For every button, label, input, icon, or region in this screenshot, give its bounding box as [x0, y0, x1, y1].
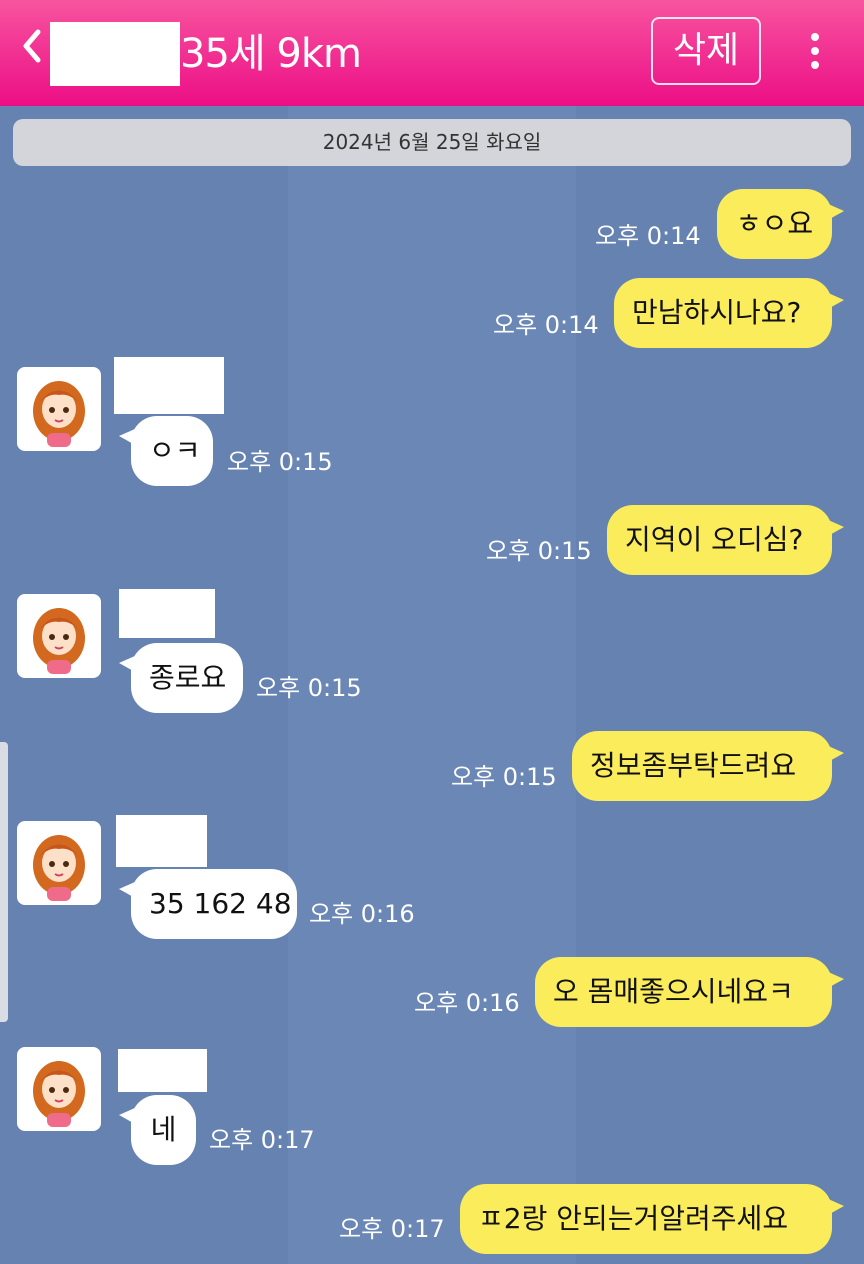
back-chevron-icon[interactable]: [20, 26, 44, 78]
message-time: 오후 0:15: [486, 537, 592, 565]
avatar[interactable]: [17, 367, 101, 451]
more-menu-icon[interactable]: [803, 33, 827, 73]
message-time: 오후 0:15: [451, 763, 557, 791]
message-time: 오후 0:14: [595, 222, 701, 250]
message-time: 오후 0:15: [256, 674, 362, 702]
message-time: 오후 0:17: [209, 1126, 315, 1154]
avatar[interactable]: [17, 821, 101, 905]
message-time: 오후 0:16: [414, 989, 520, 1017]
avatar[interactable]: [17, 1047, 101, 1131]
redacted-nickname: [114, 357, 224, 414]
redacted-username: [50, 22, 180, 86]
message-bubble-received[interactable]: 35 162 48: [119, 869, 297, 939]
message-time: 오후 0:17: [339, 1215, 445, 1243]
message-time: 오후 0:15: [227, 448, 333, 476]
message-bubble-sent[interactable]: 만남하시나요?: [614, 278, 844, 348]
redacted-nickname: [116, 815, 207, 867]
girl-avatar-icon: [33, 381, 85, 447]
message-bubble-sent[interactable]: 지역이 오디심?: [607, 505, 844, 575]
chat-title: 35세 9km: [180, 31, 362, 77]
chat-header: 35세 9km 삭제: [0, 0, 864, 106]
message-bubble-sent[interactable]: ㅎㅇ요: [717, 189, 844, 259]
message-time: 오후 0:14: [493, 311, 599, 339]
message-bubble-received[interactable]: 네: [119, 1095, 196, 1165]
message-time: 오후 0:16: [309, 900, 415, 928]
delete-button[interactable]: 삭제: [651, 17, 761, 85]
avatar[interactable]: [17, 594, 101, 678]
date-divider: 2024년 6월 25일 화요일: [13, 119, 851, 166]
scrollbar-handle[interactable]: [0, 742, 8, 1022]
girl-avatar-icon: [33, 835, 85, 901]
message-bubble-sent[interactable]: ㅍ2랑 안되는거알려주세요: [460, 1184, 844, 1254]
girl-avatar-icon: [33, 1061, 85, 1127]
message-bubble-received[interactable]: 종로요: [119, 643, 243, 713]
girl-avatar-icon: [33, 608, 85, 674]
message-bubble-received[interactable]: ㅇㅋ: [119, 416, 213, 486]
message-bubble-sent[interactable]: 오 몸매좋으시네요ㅋ: [535, 957, 844, 1027]
redacted-nickname: [118, 1049, 207, 1092]
redacted-nickname: [119, 589, 215, 638]
message-bubble-sent[interactable]: 정보좀부탁드려요: [572, 731, 844, 801]
